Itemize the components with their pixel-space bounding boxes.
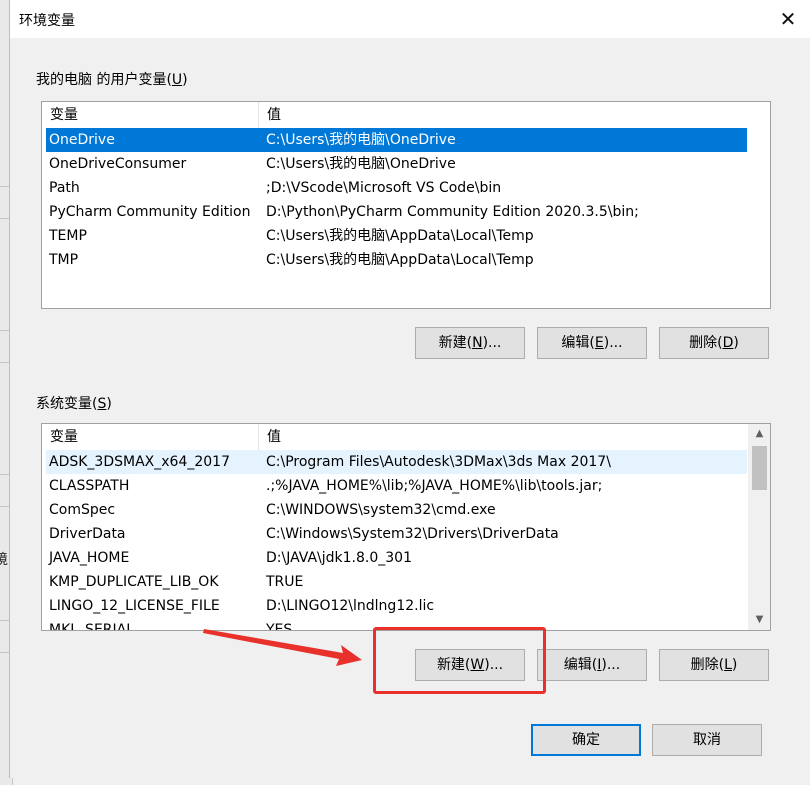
annotation-arrow-icon (203, 629, 362, 666)
